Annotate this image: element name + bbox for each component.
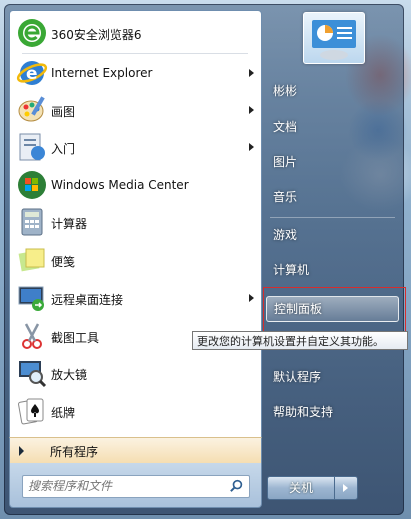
- right-link-help-support[interactable]: 帮助和支持: [266, 401, 403, 423]
- menu-item-label: 画图: [51, 105, 76, 119]
- right-link-music[interactable]: 音乐: [266, 186, 403, 208]
- menu-item-solitaire[interactable]: 纸牌: [12, 393, 258, 429]
- right-link-default-programs[interactable]: 默认程序: [266, 366, 403, 388]
- submenu-arrow-icon[interactable]: [249, 143, 254, 151]
- menu-item-magnifier[interactable]: 放大镜: [12, 355, 258, 391]
- solitaire-icon: [18, 398, 44, 425]
- menu-item-calculator[interactable]: 计算器: [12, 204, 258, 240]
- right-link-user-folder[interactable]: 彬彬: [266, 80, 403, 102]
- tooltip: 更改您的计算机设置并自定义其功能。: [192, 331, 408, 350]
- avatar-picture-icon: [312, 20, 356, 60]
- search-box[interactable]: [22, 475, 250, 498]
- menu-item-label: 远程桌面连接: [51, 293, 124, 307]
- sticky-notes-icon: [18, 248, 45, 272]
- menu-item-label: Internet Explorer: [51, 66, 153, 80]
- menu-item-getting-started[interactable]: 入门: [12, 129, 258, 165]
- 360-browser-icon: [18, 19, 46, 47]
- expand-arrow-icon: [19, 446, 24, 456]
- menu-item-media-center[interactable]: Windows Media Center: [12, 167, 258, 203]
- chevron-right-icon: [343, 484, 348, 492]
- programs-pane: 360安全浏览器6 e Internet Explorer 画图 入门 Wind…: [9, 10, 262, 442]
- submenu-arrow-icon[interactable]: [249, 69, 254, 77]
- menu-item-remote-desktop[interactable]: 远程桌面连接: [12, 280, 258, 316]
- menu-item-paint[interactable]: 画图: [12, 92, 258, 128]
- divider: [22, 53, 248, 54]
- getting-started-icon: [19, 133, 45, 161]
- ie-icon: e: [16, 61, 48, 85]
- menu-item-360-browser[interactable]: 360安全浏览器6: [12, 15, 258, 51]
- user-avatar[interactable]: [303, 12, 365, 64]
- shutdown-button[interactable]: 关机: [267, 476, 335, 500]
- menu-item-label: 入门: [51, 142, 76, 156]
- right-link-documents[interactable]: 文档: [266, 116, 403, 138]
- svg-text:e: e: [26, 64, 38, 84]
- right-link-computer[interactable]: 计算机: [266, 259, 403, 281]
- all-programs-label: 所有程序: [50, 445, 99, 459]
- all-programs-button[interactable]: 所有程序: [9, 437, 262, 465]
- search-area: [9, 463, 262, 508]
- shutdown-options-button[interactable]: [334, 476, 358, 500]
- menu-item-label: Windows Media Center: [51, 178, 189, 192]
- highlight-box: [263, 287, 406, 333]
- search-icon[interactable]: [229, 479, 244, 494]
- menu-item-label: 360安全浏览器6: [51, 28, 142, 42]
- magnifier-icon: [19, 361, 47, 388]
- menu-item-label: 放大镜: [51, 368, 88, 382]
- media-center-icon: [18, 171, 46, 199]
- menu-item-internet-explorer[interactable]: e Internet Explorer: [12, 55, 258, 91]
- calculator-icon: [21, 208, 43, 236]
- menu-item-sticky-notes[interactable]: 便笺: [12, 242, 258, 278]
- menu-item-label: 纸牌: [51, 406, 76, 420]
- paint-icon: [18, 96, 45, 122]
- right-divider: [270, 217, 395, 218]
- menu-item-label: 截图工具: [51, 331, 100, 345]
- right-link-games[interactable]: 游戏: [266, 224, 403, 246]
- right-link-pictures[interactable]: 图片: [266, 151, 403, 173]
- menu-item-label: 计算器: [51, 217, 88, 231]
- menu-item-label: 便笺: [51, 255, 76, 269]
- snipping-tool-icon: [22, 323, 42, 349]
- submenu-arrow-icon[interactable]: [249, 106, 254, 114]
- remote-desktop-icon: [18, 286, 44, 311]
- search-input[interactable]: [28, 477, 218, 495]
- submenu-arrow-icon[interactable]: [249, 294, 254, 302]
